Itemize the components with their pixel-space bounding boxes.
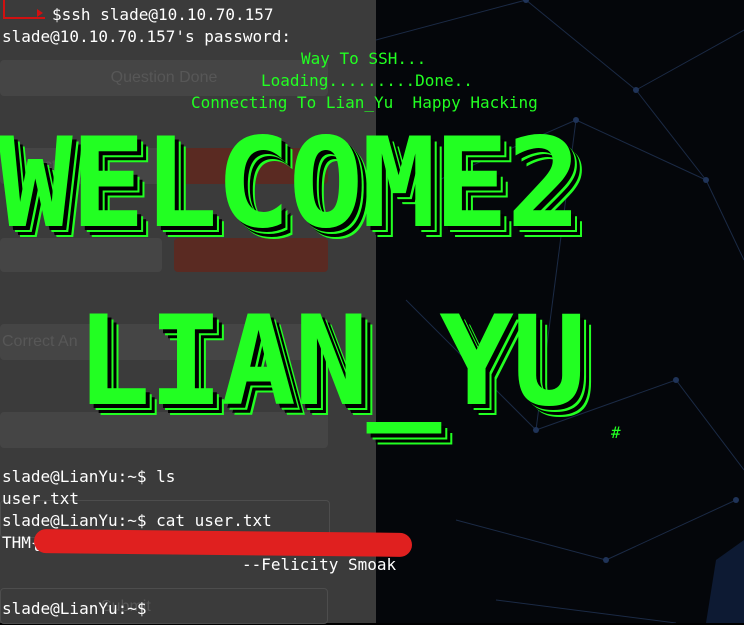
motd-line-2: Loading.........Done.. [261,71,473,90]
signature-line: --Felicity Smoak [242,555,397,574]
prompt-arrow-icon [37,9,43,17]
terminal-window[interactable]: $ssh slade@10.10.70.157 slade@10.10.70.1… [0,0,744,623]
banner-lian-yu: LIAN_YU [76,290,587,434]
motd-line-1: Way To SSH... [301,49,427,68]
ssh-command: $ssh slade@10.10.70.157 [52,5,274,24]
ls-output: user.txt [2,489,80,508]
motd-line-3: Connecting To Lian_Yu Happy Hacking [191,93,538,112]
prompt-ls: slade@LianYu:~$ ls [2,467,176,486]
banner-welcome2: WELCOME2 [0,112,581,256]
redaction-mark [33,529,413,557]
prompt-final[interactable]: slade@LianYu:~$ [2,598,147,620]
password-prompt: slade@10.10.70.157's password: [2,27,291,46]
banner-hash: # [611,423,621,442]
